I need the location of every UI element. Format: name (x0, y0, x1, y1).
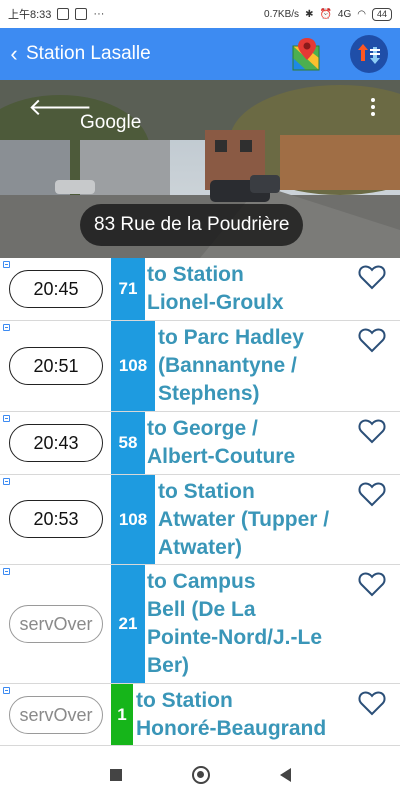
departure-row[interactable]: 20:53 108 to Station Atwater (Tupper / A… (0, 475, 400, 565)
recents-icon[interactable] (109, 769, 122, 781)
destination-text: to Station Honoré-Beaugrand (136, 689, 327, 740)
page-title: Station Lasalle (26, 43, 151, 64)
route-badge: 21 (111, 565, 145, 683)
more-dots-icon: ··· (93, 8, 105, 20)
status-time: 上午8:33 (8, 9, 52, 21)
network-type: 4G (337, 8, 352, 20)
back-chevron-icon[interactable]: ‹ (4, 41, 24, 67)
route-badge: 58 (111, 412, 145, 474)
time-pill[interactable]: servOver (9, 696, 103, 734)
time-pill[interactable]: 20:43 (9, 424, 103, 462)
expand-marker-icon[interactable] (3, 687, 10, 694)
time-pill[interactable]: servOver (9, 605, 103, 643)
expand-marker-icon[interactable] (3, 568, 10, 575)
bluetooth-icon: ✱ (305, 8, 314, 20)
sort-button[interactable] (350, 35, 388, 73)
route-badge: 1 (111, 684, 133, 745)
departure-row[interactable]: 20:43 58 to George / Albert-Couture (0, 412, 400, 475)
expand-marker-icon[interactable] (3, 415, 10, 422)
heart-outline-icon[interactable] (358, 264, 386, 290)
departure-row[interactable]: 20:45 71 to Station Lionel-Groulx (0, 258, 400, 321)
alarm-icon: ⏰ (319, 8, 332, 20)
destination-text: to Station Lionel-Groulx (147, 263, 284, 314)
departures-list[interactable]: 20:45 71 to Station Lionel-Groulx 20:51 … (0, 258, 400, 750)
route-badge: 108 (111, 475, 155, 564)
heart-outline-icon[interactable] (358, 481, 386, 507)
status-bar: 上午8:33 ··· 0.7KB/s ✱ ⏰ 4G ◠ 44 (0, 0, 400, 28)
app-notification-icon (75, 8, 88, 20)
departure-row[interactable]: servOver 21 to Campus Bell (De La Pointe… (0, 565, 400, 684)
departure-row[interactable]: servOver 1 to Station Honoré-Beaugrand (0, 684, 400, 746)
expand-marker-icon[interactable] (3, 261, 10, 268)
departure-row[interactable]: 20:51 108 to Parc Hadley (Bannantyne / S… (0, 321, 400, 412)
heart-outline-icon[interactable] (358, 327, 386, 353)
sort-arrows-icon (358, 44, 380, 64)
street-view-panel[interactable]: 🡐 Google 83 Rue de la Poudrière (0, 80, 400, 258)
google-maps-icon[interactable] (290, 36, 324, 72)
system-nav-bar (0, 750, 400, 800)
time-pill[interactable]: 20:53 (9, 500, 103, 538)
heart-outline-icon[interactable] (358, 690, 386, 716)
notification-icon (57, 8, 70, 20)
wifi-icon: ◠ (357, 8, 366, 20)
back-icon[interactable] (279, 768, 291, 782)
destination-text: to Campus Bell (De La Pointe-Nord/J.-Le … (147, 570, 323, 677)
destination-text: to George / Albert-Couture (147, 417, 296, 468)
route-badge: 108 (111, 321, 155, 411)
heart-outline-icon[interactable] (358, 418, 386, 444)
home-icon[interactable] (191, 766, 210, 784)
street-view-address: 83 Rue de la Poudrière (80, 204, 304, 246)
street-view-provider: Google (80, 112, 142, 133)
expand-marker-icon[interactable] (3, 478, 10, 485)
time-pill[interactable]: 20:51 (9, 347, 103, 385)
destination-text: to Parc Hadley (Bannantyne / Stephens) (158, 326, 304, 405)
street-view-back-icon[interactable]: 🡐 (28, 96, 92, 120)
network-speed: 0.7KB/s (264, 8, 300, 20)
route-badge: 71 (111, 258, 145, 320)
heart-outline-icon[interactable] (358, 571, 386, 597)
more-options-icon[interactable] (370, 98, 376, 120)
app-bar: ‹ Station Lasalle (0, 28, 400, 80)
expand-marker-icon[interactable] (3, 324, 10, 331)
time-pill[interactable]: 20:45 (9, 270, 103, 308)
destination-text: to Station Atwater (Tupper / Atwater) (158, 480, 330, 559)
battery-icon: 44 (371, 7, 392, 21)
